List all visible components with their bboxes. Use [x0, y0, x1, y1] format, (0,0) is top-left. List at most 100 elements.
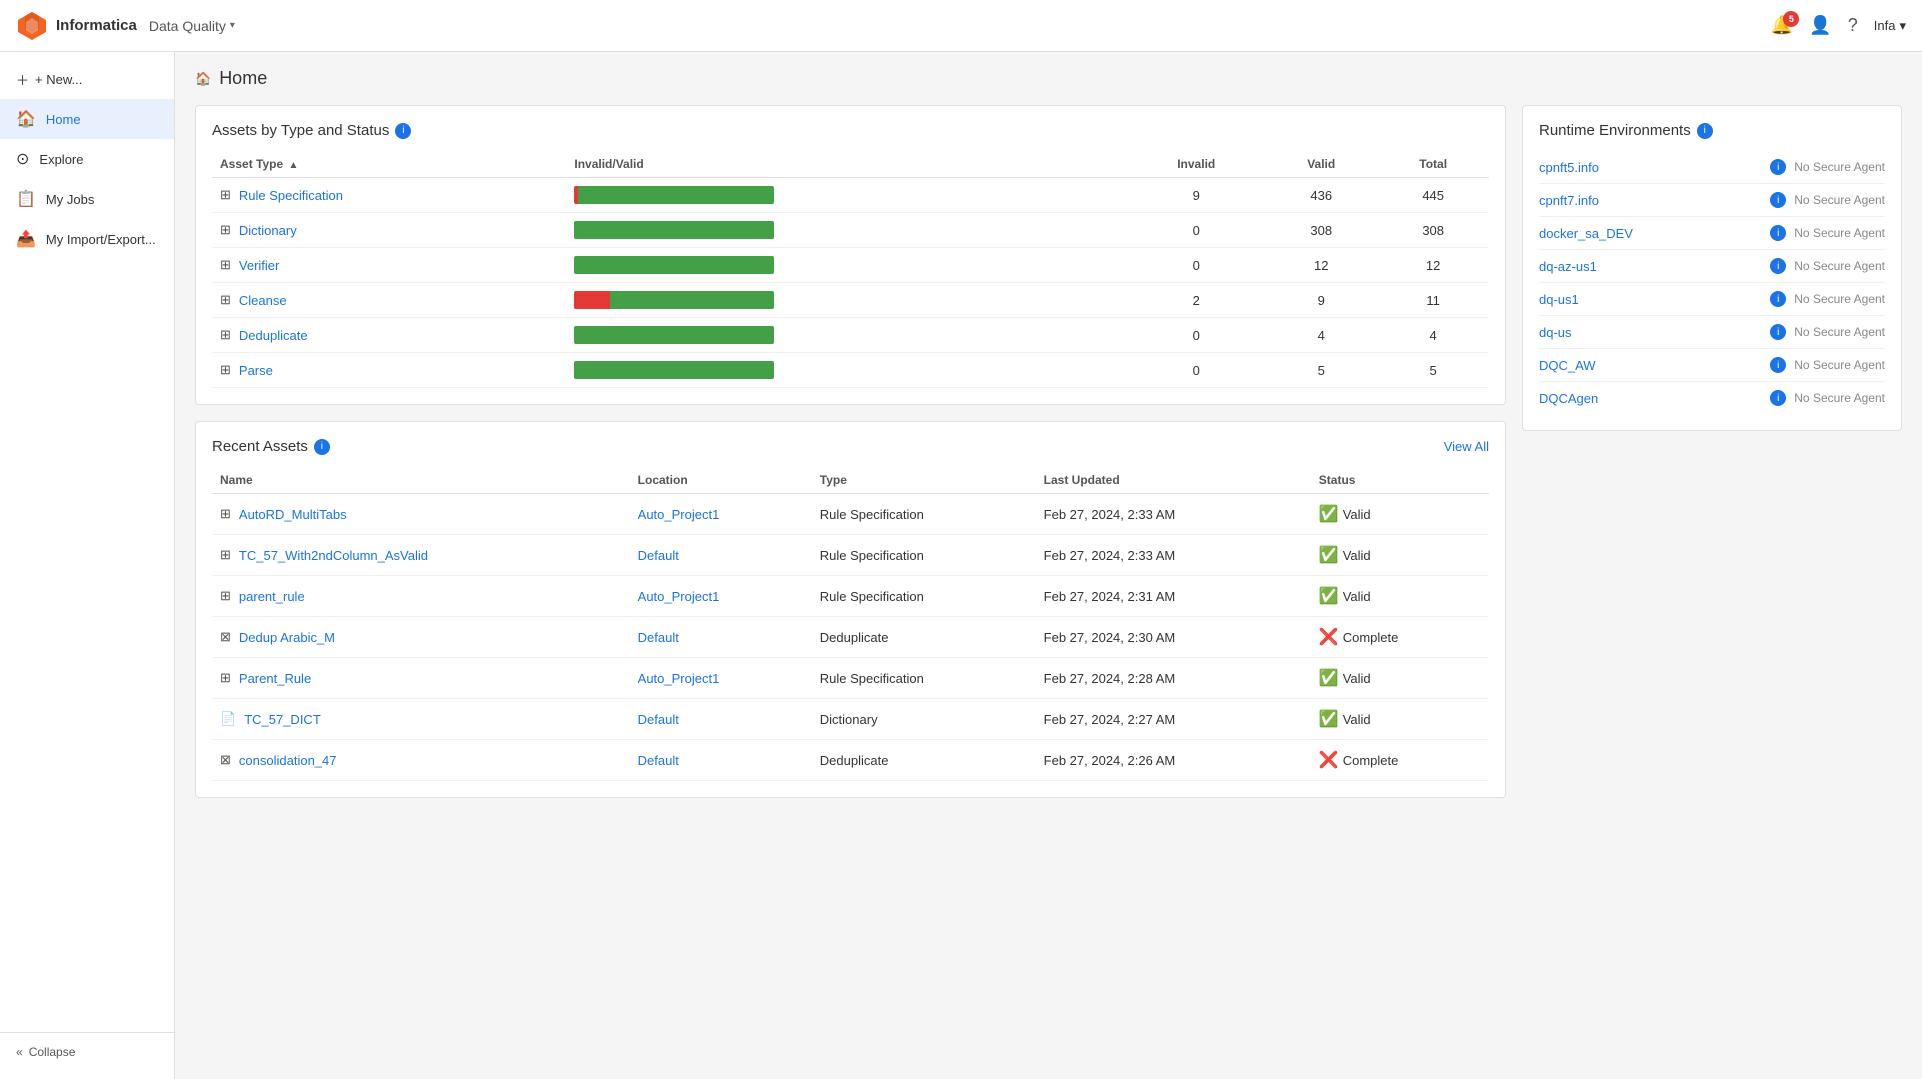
valid-icon: ✅	[1319, 586, 1339, 606]
runtime-item: DQC_AW i No Secure Agent	[1539, 349, 1885, 382]
recent-assets-info-icon[interactable]: i	[314, 439, 330, 455]
col-invalid-valid: Invalid/Valid	[566, 151, 1127, 178]
sidebar-item-explore[interactable]: ⊙ Explore	[0, 139, 174, 179]
valid-icon: ✅	[1319, 668, 1339, 688]
runtime-item-info-icon[interactable]: i	[1770, 258, 1786, 274]
col-asset-type[interactable]: Asset Type ▲	[212, 151, 566, 178]
runtime-item: cpnft5.info i No Secure Agent	[1539, 151, 1885, 184]
location-link[interactable]: Default	[638, 630, 679, 645]
sidebar-label-home: Home	[46, 112, 81, 127]
assets-table-body: ⊞ Rule Specification 9 436 445 ⊞ Diction…	[212, 178, 1489, 388]
recent-asset-link[interactable]: Parent_Rule	[239, 671, 311, 686]
recent-type-2: Rule Specification	[812, 576, 1036, 617]
runtime-name-link[interactable]: dq-az-us1	[1539, 259, 1762, 274]
sidebar-item-home[interactable]: 🏠 Home	[0, 99, 174, 139]
view-all-link[interactable]: View All	[1444, 439, 1489, 454]
recent-assets-title: Recent Assets i	[212, 438, 330, 455]
runtime-info-icon[interactable]: i	[1697, 123, 1713, 139]
col-total: Total	[1377, 151, 1489, 178]
recent-asset-link[interactable]: TC_57_DICT	[244, 712, 321, 727]
bar-cell-5	[566, 353, 1127, 388]
recent-asset-link[interactable]: Dedup Arabic_M	[239, 630, 335, 645]
sort-icon: ▲	[288, 160, 298, 171]
recent-asset-link[interactable]: parent_rule	[239, 589, 305, 604]
runtime-item-info-icon[interactable]: i	[1770, 159, 1786, 175]
import-export-icon: 📤	[16, 229, 36, 249]
sidebar-item-my-jobs[interactable]: 📋 My Jobs	[0, 179, 174, 219]
recent-updated-5: Feb 27, 2024, 2:27 AM	[1036, 699, 1311, 740]
recent-updated-2: Feb 27, 2024, 2:31 AM	[1036, 576, 1311, 617]
location-link[interactable]: Default	[638, 712, 679, 727]
runtime-name-link[interactable]: dq-us1	[1539, 292, 1762, 307]
table-row: ⊞ parent_rule Auto_Project1 Rule Specifi…	[212, 576, 1489, 617]
collapse-button[interactable]: « Collapse	[0, 1032, 174, 1071]
col-type: Type	[812, 467, 1036, 494]
location-link[interactable]: Default	[638, 548, 679, 563]
asset-type-icon: ⊞	[220, 327, 231, 343]
runtime-name-link[interactable]: cpnft7.info	[1539, 193, 1762, 208]
recent-status-3: ❌ Complete	[1311, 617, 1489, 658]
recent-status-2: ✅ Valid	[1311, 576, 1489, 617]
runtime-name-link[interactable]: dq-us	[1539, 325, 1762, 340]
notifications-button[interactable]: 🔔 5	[1771, 15, 1793, 36]
recent-asset-link[interactable]: TC_57_With2ndColumn_AsValid	[239, 548, 428, 563]
user-icon-button[interactable]: 👤	[1809, 15, 1831, 36]
assets-by-type-card: Assets by Type and Status i Asset Type ▲	[195, 105, 1506, 405]
valid-count-5: 5	[1265, 353, 1377, 388]
table-row: ⊞ Parse 0 5 5	[212, 353, 1489, 388]
recent-asset-link[interactable]: AutoRD_MultiTabs	[239, 507, 347, 522]
asset-name-link[interactable]: Rule Specification	[239, 188, 343, 203]
runtime-status-text: No Secure Agent	[1794, 292, 1885, 306]
runtime-item-info-icon[interactable]: i	[1770, 291, 1786, 307]
assets-info-icon[interactable]: i	[395, 123, 411, 139]
runtime-item-info-icon[interactable]: i	[1770, 357, 1786, 373]
runtime-item-info-icon[interactable]: i	[1770, 324, 1786, 340]
invalid-count-5: 0	[1127, 353, 1265, 388]
runtime-item: dq-us1 i No Secure Agent	[1539, 283, 1885, 316]
col-invalid: Invalid	[1127, 151, 1265, 178]
valid-icon: ✅	[1319, 504, 1339, 524]
help-button[interactable]: ?	[1848, 15, 1858, 36]
total-count-4: 4	[1377, 318, 1489, 353]
recent-type-1: Rule Specification	[812, 535, 1036, 576]
recent-type-5: Dictionary	[812, 699, 1036, 740]
sidebar-item-import-export[interactable]: 📤 My Import/Export...	[0, 219, 174, 259]
valid-icon: ✅	[1319, 709, 1339, 729]
recent-asset-icon: ⊞	[220, 588, 231, 604]
recent-name-cell-1: ⊞ TC_57_With2ndColumn_AsValid	[212, 535, 630, 576]
runtime-item-info-icon[interactable]: i	[1770, 225, 1786, 241]
new-button[interactable]: ＋ + New...	[0, 60, 174, 99]
recent-asset-link[interactable]: consolidation_47	[239, 753, 337, 768]
asset-name-link[interactable]: Deduplicate	[239, 328, 308, 343]
plus-icon: ＋	[16, 70, 29, 89]
user-chevron-icon: ▾	[1899, 18, 1906, 34]
notification-badge: 5	[1783, 11, 1799, 27]
runtime-name-link[interactable]: cpnft5.info	[1539, 160, 1762, 175]
user-menu[interactable]: Infa ▾	[1874, 18, 1906, 34]
valid-count-0: 436	[1265, 178, 1377, 213]
asset-name-link[interactable]: Verifier	[239, 258, 279, 273]
asset-name-link[interactable]: Dictionary	[239, 223, 297, 238]
runtime-status-text: No Secure Agent	[1794, 160, 1885, 174]
runtime-name-link[interactable]: DQC_AW	[1539, 358, 1762, 373]
recent-name-cell-2: ⊞ parent_rule	[212, 576, 630, 617]
app-switcher[interactable]: Data Quality ▾	[149, 18, 235, 34]
runtime-item-info-icon[interactable]: i	[1770, 192, 1786, 208]
runtime-status-text: No Secure Agent	[1794, 259, 1885, 273]
sidebar: ＋ + New... 🏠 Home ⊙ Explore 📋 My Jobs 📤 …	[0, 52, 175, 1079]
runtime-name-link[interactable]: DQCAgen	[1539, 391, 1762, 406]
asset-name-link[interactable]: Cleanse	[239, 293, 287, 308]
location-link[interactable]: Auto_Project1	[638, 589, 720, 604]
runtime-name-link[interactable]: docker_sa_DEV	[1539, 226, 1762, 241]
total-count-0: 445	[1377, 178, 1489, 213]
runtime-environments-card: Runtime Environments i cpnft5.info i No …	[1522, 105, 1902, 431]
location-link[interactable]: Auto_Project1	[638, 507, 720, 522]
runtime-status-text: No Secure Agent	[1794, 325, 1885, 339]
invalid-count-0: 9	[1127, 178, 1265, 213]
recent-status-5: ✅ Valid	[1311, 699, 1489, 740]
location-link[interactable]: Auto_Project1	[638, 671, 720, 686]
assets-table-scroll[interactable]: Asset Type ▲ Invalid/Valid Invalid	[212, 151, 1489, 388]
runtime-item-info-icon[interactable]: i	[1770, 390, 1786, 406]
location-link[interactable]: Default	[638, 753, 679, 768]
asset-name-link[interactable]: Parse	[239, 363, 273, 378]
